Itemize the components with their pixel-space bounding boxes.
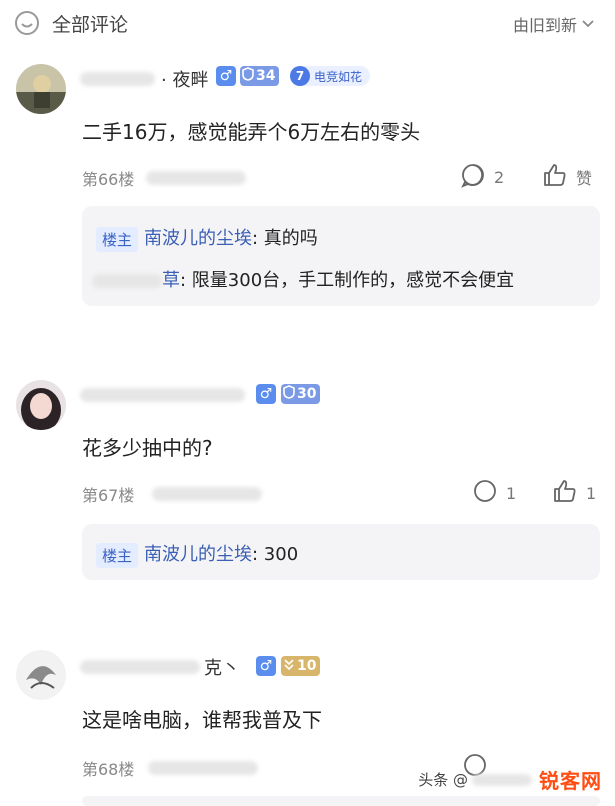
sort-label: 由旧到新 [512, 16, 577, 35]
chevron-down-icon [581, 15, 595, 34]
floor-meta: 第67楼 [82, 482, 263, 506]
reply-item[interactable]: 楼主 南波儿的尘埃: 真的吗 [96, 224, 318, 252]
watermark-source: 头条 @ [418, 771, 468, 789]
comment-username[interactable]: · 夜畔 [80, 66, 208, 92]
chevron-badge-icon [283, 657, 295, 675]
comment-username[interactable] [80, 384, 245, 405]
level-badge: 34 [240, 66, 280, 86]
reply-item[interactable]: 楼主 南波儿的尘埃: 300 [96, 540, 298, 568]
reply-text: : 300 [252, 544, 299, 565]
blurred-handle [472, 773, 532, 786]
reply-item[interactable]: 草: 限量300台，手工制作的，感觉不会便宜 [92, 266, 515, 292]
reply-author: 南波儿的尘埃 [144, 544, 253, 565]
blurred-username [80, 72, 155, 86]
male-icon: ♂ [256, 656, 276, 676]
blurred-timestamp [146, 171, 247, 185]
watermark: 头条 @ 锐客网 [418, 765, 605, 794]
reply-author: 南波儿的尘埃 [144, 228, 253, 249]
reply-count: 2 [494, 167, 505, 187]
comment-icon [472, 478, 498, 508]
reply-box: 楼主 南波儿的尘埃: 300 [82, 524, 600, 580]
floor-number: 第68楼 [82, 760, 135, 779]
level-badge: 10 [281, 656, 321, 676]
thumbs-up-icon [552, 478, 578, 508]
male-icon: ♂ [216, 66, 236, 86]
like-button[interactable]: 赞 [542, 162, 592, 192]
reply-box: 楼主 南波儿的尘埃: 真的吗 草: 限量300台，手工制作的，感觉不会便宜 [82, 206, 600, 306]
badge-level: 7 [290, 66, 310, 86]
avatar[interactable] [16, 650, 66, 700]
reply-author: 草 [162, 270, 180, 291]
page-title: 全部评论 [52, 14, 129, 36]
reply-box [82, 796, 600, 806]
reply-button[interactable]: 2 [460, 162, 504, 192]
male-icon: ♂ [256, 384, 276, 404]
floor-meta: 第66楼 [82, 166, 247, 190]
comment-text: 二手16万，感觉能弄个6万左右的零头 [82, 120, 421, 144]
avatar[interactable] [16, 64, 66, 114]
blurred-username [80, 660, 200, 674]
reply-count: 1 [506, 483, 517, 503]
blurred-timestamp [148, 761, 259, 775]
floor-meta: 第68楼 [82, 756, 259, 780]
like-count: 1 [586, 483, 597, 503]
comment-text: 花多少抽中的? [82, 436, 213, 460]
reply-button[interactable]: 1 [472, 478, 516, 508]
comment-text: 这是啥电脑，谁帮我普及下 [82, 708, 322, 732]
sort-dropdown[interactable]: 由旧到新 [513, 12, 595, 36]
comment-icon [460, 162, 486, 192]
level-badge: 30 [281, 384, 321, 404]
floor-number: 第66楼 [82, 170, 135, 189]
thumbs-up-icon [542, 162, 568, 192]
avatar[interactable] [16, 380, 66, 430]
blurred-username [80, 388, 245, 402]
reply-text: : 真的吗 [252, 228, 318, 249]
community-badge[interactable]: 7 电竞如花 [290, 66, 371, 86]
floor-number: 第67楼 [82, 486, 135, 505]
owner-tag: 楼主 [96, 542, 139, 568]
site-logo: 锐客网 [536, 765, 605, 794]
comment-username[interactable]: 克丶 [80, 654, 240, 680]
blurred-timestamp [152, 487, 263, 501]
like-label: 赞 [576, 169, 593, 188]
reply-text: : 限量300台，手工制作的，感觉不会便宜 [180, 270, 515, 291]
comments-icon [14, 10, 40, 36]
shield-icon [242, 67, 254, 85]
badge-text: 电竞如花 [314, 69, 363, 84]
like-button[interactable]: 1 [552, 478, 596, 508]
shield-icon [283, 385, 295, 403]
blurred-username [92, 274, 162, 288]
owner-tag: 楼主 [96, 226, 139, 252]
